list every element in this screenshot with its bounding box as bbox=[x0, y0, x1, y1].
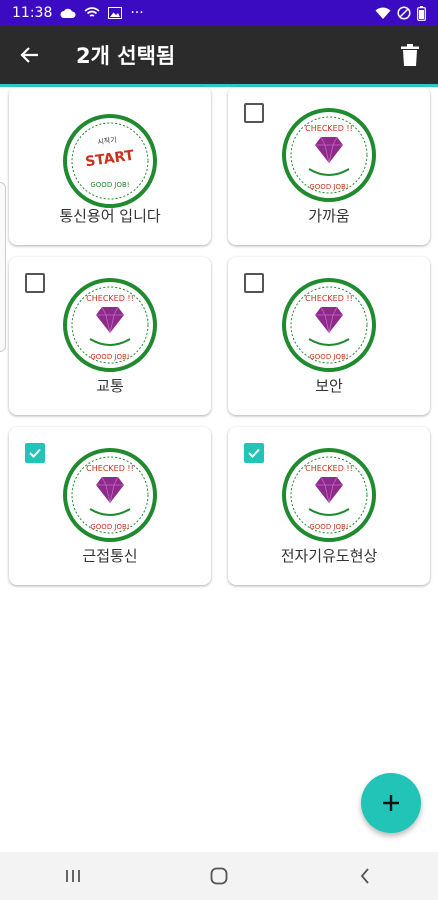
home-icon bbox=[210, 867, 228, 885]
plus-icon bbox=[383, 795, 399, 811]
trash-icon bbox=[401, 44, 419, 66]
card-item[interactable]: CHECKED !! GOOD JOB! 근접통신 bbox=[9, 427, 211, 585]
edge-panel-handle[interactable] bbox=[0, 182, 6, 352]
card-item[interactable]: CHECKED !! GOOD JOB! 가까움 bbox=[228, 87, 430, 245]
recents-button[interactable] bbox=[43, 852, 103, 900]
card-label: 전자기유도현상 bbox=[280, 547, 378, 565]
status-time: 11:38 bbox=[12, 5, 53, 21]
checked-badge: CHECKED !! GOOD JOB! bbox=[281, 277, 377, 373]
back-button[interactable] bbox=[0, 26, 60, 84]
system-nav-bar bbox=[0, 852, 438, 900]
select-checkbox[interactable] bbox=[244, 273, 264, 293]
card-item[interactable]: CHECKED !! GOOD JOB! 전자기유도현상 bbox=[228, 427, 430, 585]
checked-badge: CHECKED !! GOOD JOB! bbox=[281, 107, 377, 203]
system-back-button[interactable] bbox=[335, 852, 395, 900]
page-title: 2개 선택됨 bbox=[76, 44, 176, 68]
card-item[interactable]: CHECKED !! GOOD JOB! 교통 bbox=[9, 257, 211, 415]
arrow-left-icon bbox=[20, 47, 38, 63]
start-badge: 시작기 START GOOD JOB! bbox=[62, 113, 158, 209]
svg-text:GOOD JOB!: GOOD JOB! bbox=[90, 523, 129, 531]
svg-text:GOOD JOB!: GOOD JOB! bbox=[90, 181, 129, 189]
checked-badge: CHECKED !! GOOD JOB! bbox=[281, 447, 377, 543]
status-bar: 11:38 ··· bbox=[0, 0, 438, 26]
nav-back-icon bbox=[360, 868, 369, 884]
card-item[interactable]: 시작기 START GOOD JOB! 통신용어 입니다 bbox=[9, 87, 211, 245]
svg-text:CHECKED !!: CHECKED !! bbox=[86, 464, 134, 473]
card-label: 보안 bbox=[315, 377, 343, 395]
home-button[interactable] bbox=[189, 852, 249, 900]
card-label: 통신용어 입니다 bbox=[59, 207, 161, 225]
select-checkbox[interactable] bbox=[25, 273, 45, 293]
checkmark-icon bbox=[248, 448, 260, 458]
do-not-disturb-icon bbox=[397, 6, 411, 20]
card-label: 가까움 bbox=[308, 207, 350, 225]
wifi-icon bbox=[375, 7, 391, 20]
svg-text:CHECKED !!: CHECKED !! bbox=[305, 294, 353, 303]
delete-button[interactable] bbox=[382, 26, 438, 84]
svg-text:CHECKED !!: CHECKED !! bbox=[86, 294, 134, 303]
card-label: 근접통신 bbox=[82, 547, 138, 565]
app-bar: 2개 선택됨 bbox=[0, 26, 438, 84]
svg-text:CHECKED !!: CHECKED !! bbox=[305, 464, 353, 473]
more-notifications-icon: ··· bbox=[130, 5, 144, 21]
recent-apps-icon bbox=[66, 870, 80, 882]
checked-badge: CHECKED !! GOOD JOB! bbox=[62, 447, 158, 543]
svg-text:GOOD JOB!: GOOD JOB! bbox=[309, 183, 348, 191]
battery-icon bbox=[417, 5, 426, 21]
svg-text:GOOD JOB!: GOOD JOB! bbox=[309, 523, 348, 531]
cloud-icon bbox=[60, 7, 76, 19]
select-checkbox[interactable] bbox=[244, 103, 264, 123]
select-checkbox[interactable] bbox=[244, 443, 264, 463]
svg-text:CHECKED !!: CHECKED !! bbox=[305, 124, 353, 133]
svg-text:GOOD JOB!: GOOD JOB! bbox=[309, 353, 348, 361]
card-item[interactable]: CHECKED !! GOOD JOB! 보안 bbox=[228, 257, 430, 415]
checked-badge: CHECKED !! GOOD JOB! bbox=[62, 277, 158, 373]
image-icon bbox=[108, 7, 123, 19]
checkmark-icon bbox=[29, 448, 41, 458]
add-fab-button[interactable] bbox=[361, 773, 421, 833]
svg-text:GOOD JOB!: GOOD JOB! bbox=[90, 353, 129, 361]
card-label: 교통 bbox=[96, 377, 124, 395]
wifi-calling-icon bbox=[84, 7, 100, 19]
select-checkbox[interactable] bbox=[25, 443, 45, 463]
